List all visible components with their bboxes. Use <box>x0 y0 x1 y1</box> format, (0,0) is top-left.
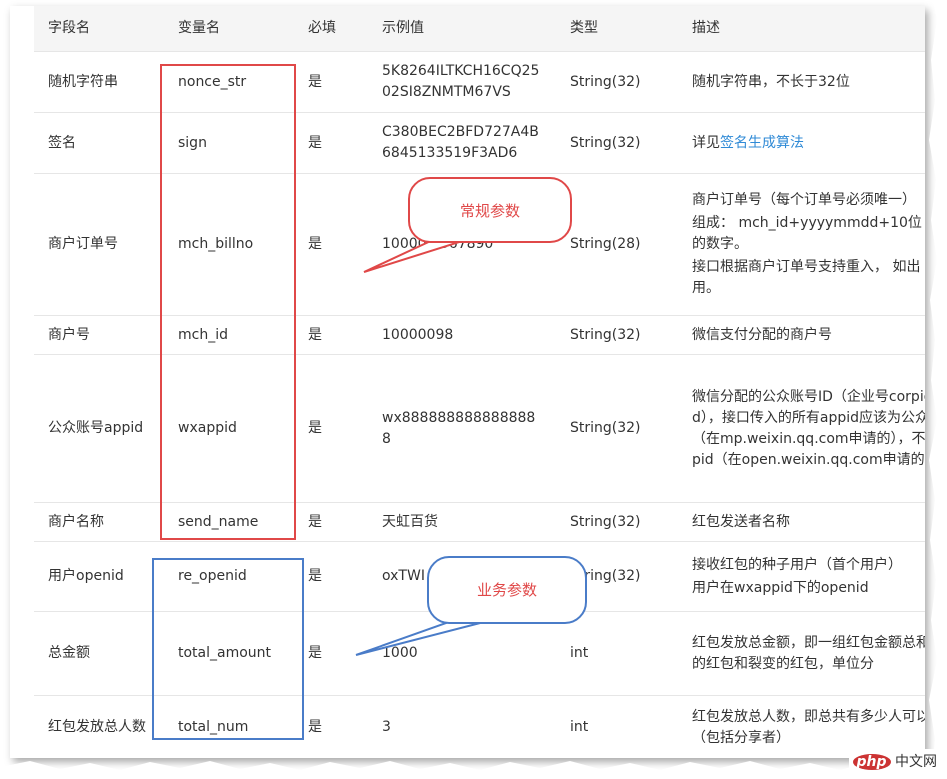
business-params-label: 业务参数 <box>476 581 537 599</box>
site-watermark: php 中文网 <box>848 749 941 773</box>
business-params-callout: 业务参数 <box>427 556 587 624</box>
torn-edge-right <box>929 0 947 779</box>
watermark-text: 中文网 <box>895 754 937 770</box>
callout-pointers <box>355 230 485 656</box>
watermark-badge: php <box>852 754 891 770</box>
torn-edge-bottom <box>0 761 947 779</box>
regular-params-callout: 常规参数 <box>408 177 572 243</box>
regular-params-label: 常规参数 <box>459 202 520 220</box>
